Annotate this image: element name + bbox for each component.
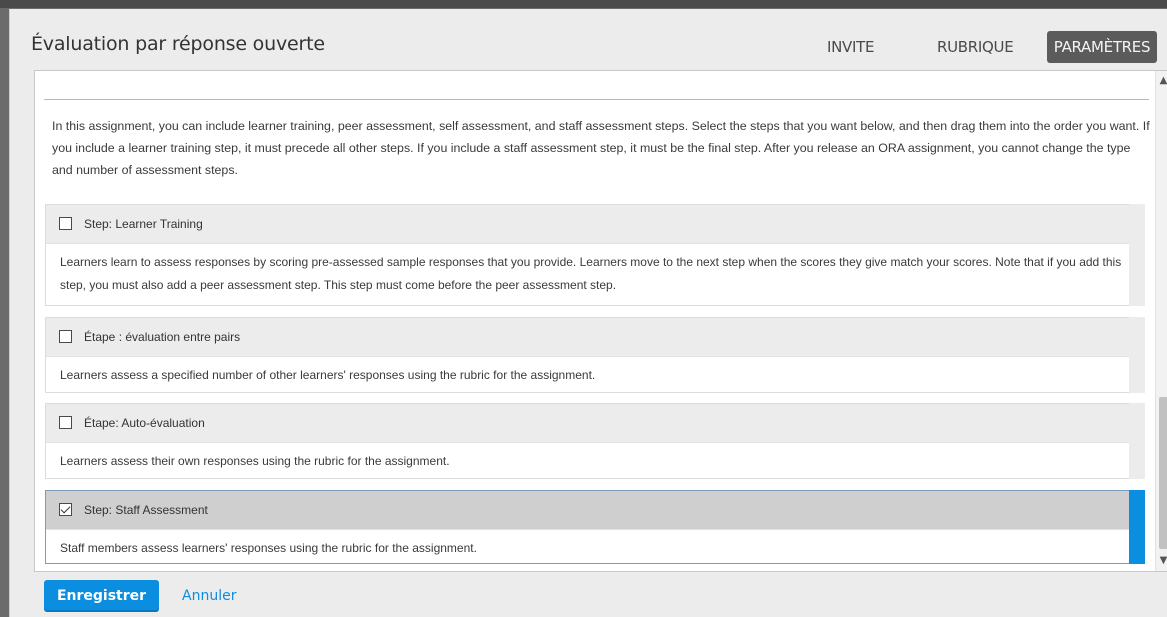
assessment-steps-intro: In this assignment, you can include lear…: [52, 119, 1150, 177]
step-peer-assessment-checkbox[interactable]: [59, 330, 72, 343]
settings-panel: In this assignment, you can include lear…: [34, 70, 1167, 572]
modal-title: Évaluation par réponse ouverte: [31, 33, 325, 55]
vertical-scrollbar[interactable]: ▲ ▼: [1155, 71, 1167, 571]
tab-invite[interactable]: INVITE: [827, 31, 874, 63]
step-description: Learners learn to assess responses by sc…: [60, 255, 1122, 292]
scroll-down-icon[interactable]: ▼: [1156, 553, 1167, 569]
divider: [44, 99, 1149, 100]
step-self-assessment-checkbox[interactable]: [59, 416, 72, 429]
step-title: Step: Learner Training: [84, 217, 203, 231]
tab-settings[interactable]: PARAMÈTRES: [1047, 31, 1157, 63]
step-title: Étape : évaluation entre pairs: [84, 330, 241, 344]
scroll-up-icon[interactable]: ▲: [1156, 73, 1167, 89]
step-peer-assessment[interactable]: Étape : évaluation entre pairs Learners …: [45, 317, 1145, 393]
drag-handle[interactable]: [1129, 403, 1145, 479]
step-staff-assessment-checkbox[interactable]: [59, 503, 72, 516]
step-description: Learners assess a specified number of ot…: [60, 368, 596, 382]
top-strip: [0, 0, 1167, 8]
step-description: Staff members assess learners' responses…: [60, 541, 477, 555]
step-header: Étape : évaluation entre pairs: [46, 318, 1144, 357]
tab-rubric[interactable]: RUBRIQUE: [937, 31, 1014, 63]
step-learner-training[interactable]: Step: Learner Training Learners learn to…: [45, 204, 1145, 306]
drag-handle[interactable]: [1129, 204, 1145, 306]
cancel-link[interactable]: Annuler: [182, 588, 236, 604]
drag-handle[interactable]: [1129, 490, 1145, 564]
drag-handle[interactable]: [1129, 317, 1145, 393]
step-title: Step: Staff Assessment: [84, 503, 208, 517]
modal-header: Évaluation par réponse ouverte INVITE RU…: [10, 9, 1167, 70]
step-header: Étape: Auto-évaluation: [46, 404, 1144, 443]
step-title: Étape: Auto-évaluation: [84, 416, 205, 430]
ora-editor-modal: Évaluation par réponse ouverte INVITE RU…: [9, 9, 1167, 617]
modal-footer: Enregistrer Annuler: [10, 572, 1167, 617]
scroll-thumb[interactable]: [1159, 397, 1167, 549]
step-self-assessment[interactable]: Étape: Auto-évaluation Learners assess t…: [45, 403, 1145, 479]
step-description: Learners assess their own responses usin…: [60, 454, 450, 468]
step-learner-training-checkbox[interactable]: [59, 217, 72, 230]
step-header: Step: Learner Training: [46, 205, 1144, 244]
step-staff-assessment[interactable]: Step: Staff Assessment Staff members ass…: [45, 490, 1145, 564]
save-button[interactable]: Enregistrer: [44, 580, 159, 612]
step-header: Step: Staff Assessment: [46, 491, 1144, 530]
